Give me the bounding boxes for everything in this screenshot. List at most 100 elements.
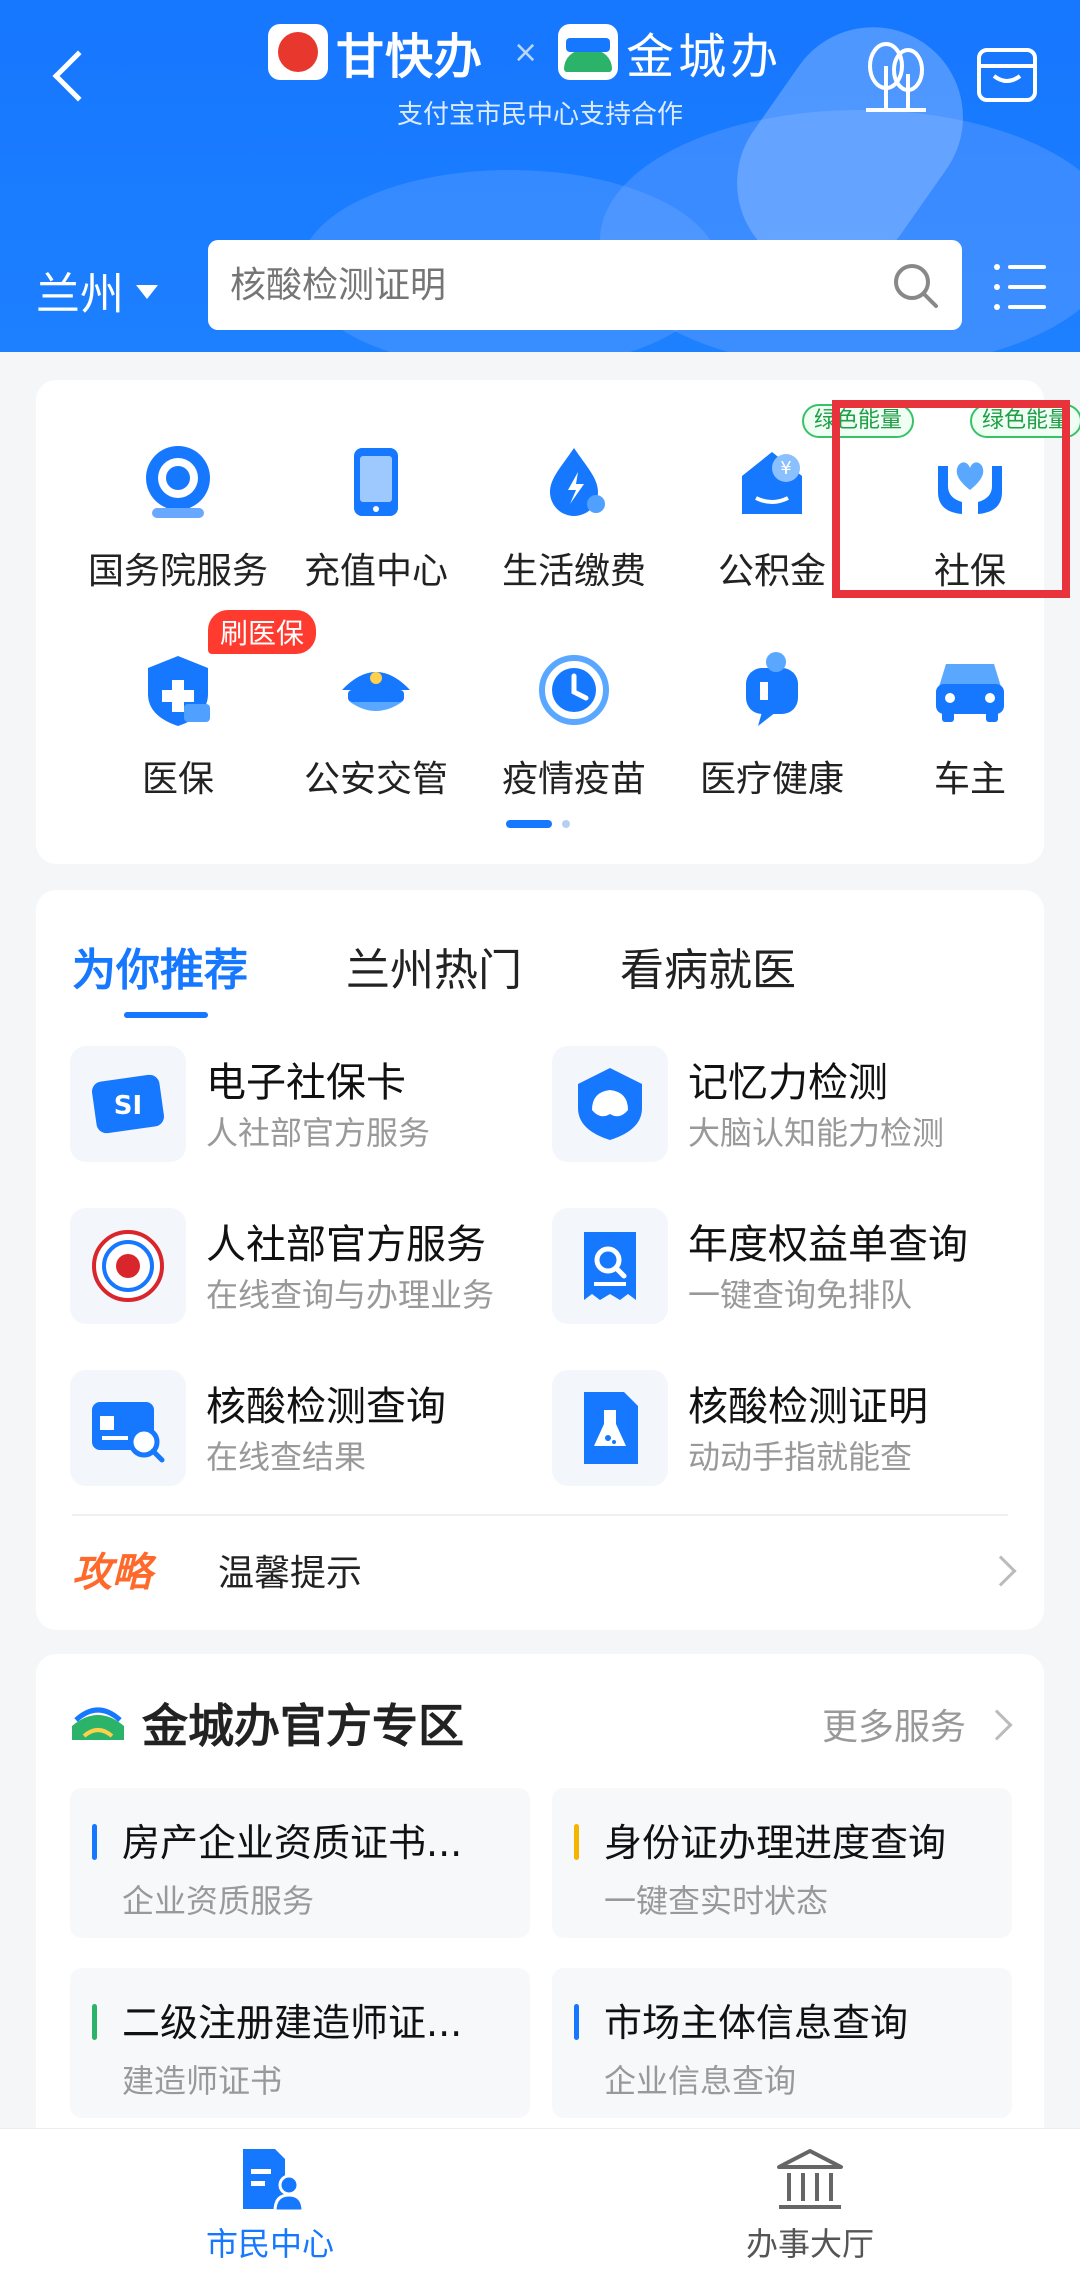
zone-item-title: 二级注册建造师证... (122, 2001, 463, 2045)
svg-text:SI: SI (114, 1091, 142, 1121)
rec-title: 电子社保卡 (206, 1060, 406, 1106)
rec-title: 人社部官方服务 (206, 1222, 486, 1268)
health-chat-icon (732, 650, 812, 730)
service-utility[interactable]: 生活缴费 (474, 442, 674, 594)
menu-button[interactable] (994, 262, 1046, 310)
phone-recharge-icon (336, 442, 416, 522)
nav-service-hall[interactable]: 办事大厅 (680, 2147, 940, 2265)
rec-title: 年度权益单查询 (688, 1222, 968, 1268)
tips-row[interactable]: 攻略 温馨提示 (72, 1530, 1022, 1610)
service-label: 医疗健康 (699, 759, 844, 800)
more-services-link[interactable]: 更多服务 (822, 1698, 966, 1750)
flask-document-icon (552, 1370, 668, 1486)
receipt-search-icon (552, 1208, 668, 1324)
zone-item-bar (574, 1824, 579, 1860)
rec-nucleic-query[interactable]: 核酸检测查询 在线查结果 (70, 1366, 540, 1486)
recommendation-tabs: 为你推荐 兰州热门 看病就医 (72, 934, 894, 1018)
gankuaiban-logo-icon (268, 24, 328, 80)
zone-item-constructor-cert[interactable]: 二级注册建造师证... 建造师证书 (70, 1968, 530, 2118)
pager-dot (562, 820, 570, 828)
tree-icon (866, 42, 926, 112)
zone-item-id-progress[interactable]: 身份证办理进度查询 一键查实时状态 (552, 1788, 1012, 1938)
card-holder-button[interactable] (976, 42, 1038, 106)
brand-a-name: 甘快办 (336, 29, 484, 85)
search-icon[interactable] (890, 260, 940, 310)
zone-item-subtitle: 建造师证书 (122, 2062, 283, 2100)
nav-label: 办事大厅 (745, 2225, 874, 2263)
state-council-icon (138, 442, 218, 522)
test-card-search-icon (70, 1370, 186, 1486)
search-bar[interactable] (208, 240, 962, 330)
social-card-icon: SI (70, 1046, 186, 1162)
service-car-owner[interactable]: 车主 (870, 650, 1070, 802)
medical-insurance-icon: 刷医保 (138, 610, 317, 730)
service-label: 充值中心 (303, 551, 448, 592)
housing-fund-icon: 绿色能量 ¥ (732, 404, 915, 522)
brand-separator: × (513, 34, 539, 70)
pager-dot-active (506, 820, 552, 828)
zone-item-title: 市场主体信息查询 (604, 2001, 909, 2045)
swipe-medical-badge: 刷医保 (208, 610, 317, 654)
rec-subtitle: 动动手指就能查 (688, 1438, 913, 1476)
utility-payment-icon (534, 442, 614, 522)
police-cap-icon (336, 650, 416, 730)
rec-title: 核酸检测证明 (688, 1384, 928, 1430)
zone-item-bar (92, 1824, 97, 1860)
rec-nucleic-certificate[interactable]: 核酸检测证明 动动手指就能查 (552, 1366, 1022, 1486)
zone-item-bar (92, 2004, 97, 2040)
chevron-right-icon (985, 1555, 1017, 1587)
highlight-frame (832, 400, 1070, 598)
tab-medical[interactable]: 看病就医 (620, 934, 796, 1018)
rec-mohrss-service[interactable]: 人社部官方服务 在线查询与办理业务 (70, 1204, 540, 1324)
zone-item-title: 身份证办理进度查询 (604, 1821, 947, 1865)
service-police-traffic[interactable]: 公安交管 (276, 650, 476, 802)
rec-title: 核酸检测查询 (206, 1384, 446, 1430)
zone-title: 金城办官方专区 (142, 1699, 464, 1753)
brain-shield-icon (552, 1046, 668, 1162)
caret-down-icon (136, 285, 158, 299)
nav-label: 市民中心 (205, 2225, 334, 2263)
service-state-council[interactable]: 国务院服务 (78, 442, 278, 594)
jinchengban-logo-icon (558, 24, 619, 80)
recommendation-card: 为你推荐 兰州热门 看病就医 SI 电子社保卡 人社部官方服务 记忆力检测 大脑… (36, 890, 1044, 1630)
service-epidemic-vaccine[interactable]: 疫情疫苗 (474, 650, 674, 802)
service-label: 国务院服务 (87, 551, 268, 592)
service-label: 医保 (141, 759, 214, 800)
zone-item-subtitle: 企业资质服务 (122, 1882, 315, 1920)
chevron-right-icon[interactable] (981, 1709, 1013, 1741)
citizen-doc-icon (243, 2149, 305, 2213)
pager-dots (506, 820, 570, 828)
zone-item-realestate-cert[interactable]: 房产企业资质证书... 企业资质服务 (70, 1788, 530, 1938)
service-medical-insurance[interactable]: 刷医保 医保 (78, 610, 317, 802)
service-recharge[interactable]: 充值中心 (276, 442, 476, 594)
zone-item-bar (574, 2004, 579, 2040)
divider (72, 1514, 1008, 1516)
brand-bar: 甘快办 × 金城办 (268, 22, 782, 85)
nav-citizen-center[interactable]: 市民中心 (140, 2147, 400, 2265)
rec-subtitle: 一键查询免排队 (688, 1276, 913, 1314)
card-holder-icon (977, 48, 1037, 102)
service-label: 公安交管 (303, 759, 448, 800)
rec-subtitle: 在线查询与办理业务 (206, 1276, 495, 1314)
tips-tag: 攻略 (72, 1550, 152, 1596)
zone-item-subtitle: 企业信息查询 (604, 2062, 797, 2100)
search-input[interactable] (230, 240, 870, 330)
rec-memory-test[interactable]: 记忆力检测 大脑认知能力检测 (552, 1042, 1022, 1162)
rec-annual-rights[interactable]: 年度权益单查询 一键查询免排队 (552, 1204, 1022, 1324)
tab-lanzhou-hot[interactable]: 兰州热门 (346, 934, 522, 1018)
service-label: 生活缴费 (501, 551, 646, 592)
zone-item-market-entity[interactable]: 市场主体信息查询 企业信息查询 (552, 1968, 1012, 2118)
brand-b-name: 金城办 (626, 29, 783, 85)
service-label: 车主 (933, 759, 1006, 800)
rec-e-social-card[interactable]: SI 电子社保卡 人社部官方服务 (70, 1042, 540, 1162)
rec-title: 记忆力检测 (688, 1060, 888, 1106)
rec-subtitle: 大脑认知能力检测 (688, 1114, 945, 1152)
tree-button[interactable] (862, 40, 930, 112)
service-health[interactable]: 医疗健康 (672, 650, 872, 802)
rec-subtitle: 人社部官方服务 (206, 1114, 431, 1152)
svg-text:¥: ¥ (780, 458, 791, 479)
rec-subtitle: 在线查结果 (206, 1438, 367, 1476)
tab-recommended[interactable]: 为你推荐 (72, 934, 248, 1018)
zone-item-title: 房产企业资质证书... (122, 1821, 463, 1865)
city-selector[interactable]: 兰州 (36, 258, 158, 322)
